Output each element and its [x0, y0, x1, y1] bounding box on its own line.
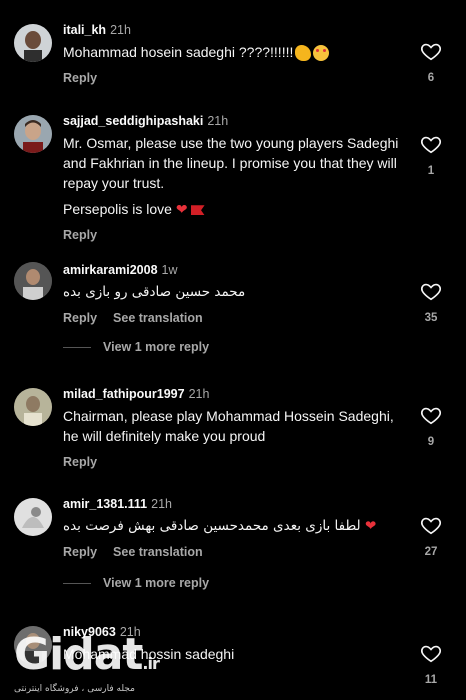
- like-control: 27: [418, 514, 444, 558]
- comment-text: محمد حسین صادقی رو بازی بده: [63, 284, 246, 300]
- comment-text: Mr. Osmar, please use the two young play…: [63, 135, 399, 191]
- comment-username[interactable]: itali_kh: [63, 23, 106, 37]
- comment-time: 21h: [207, 114, 229, 128]
- red-heart-icon: ❤: [364, 518, 377, 534]
- comment-username[interactable]: sajjad_seddighipashaki: [63, 114, 203, 128]
- red-flag-icon: [190, 205, 205, 216]
- like-control: 11: [418, 642, 444, 686]
- like-count: 35: [424, 312, 438, 324]
- watermark-logo-text: Gidat: [14, 629, 143, 680]
- reply-button[interactable]: Reply: [63, 71, 97, 85]
- comment-time: 1w: [161, 263, 178, 277]
- view-more-replies-label: View 1 more reply: [103, 340, 210, 354]
- like-count: 11: [424, 674, 438, 686]
- like-count: 27: [424, 546, 438, 558]
- comment-username[interactable]: milad_fathipour1997: [63, 387, 185, 401]
- view-more-replies-label: View 1 more reply: [103, 576, 210, 590]
- heart-outline-icon[interactable]: [420, 280, 442, 302]
- view-more-replies-button[interactable]: View 1 more reply: [63, 340, 209, 354]
- view-more-replies-button[interactable]: View 1 more reply: [63, 576, 209, 590]
- like-count: 9: [427, 436, 435, 448]
- divider: [63, 347, 91, 349]
- like-control: 35: [418, 280, 444, 324]
- watermark-tagline: مجله فارسی ، فروشگاه اینترنتی: [14, 684, 135, 694]
- comment-text: لطفا بازی بعدی محمدحسین صادقی بهش فرصت ب…: [63, 518, 361, 534]
- avatar[interactable]: [14, 388, 52, 426]
- see-translation-button[interactable]: See translation: [113, 545, 203, 559]
- flexed-biceps-icon: [295, 45, 312, 62]
- reply-button[interactable]: Reply: [63, 228, 97, 242]
- avatar[interactable]: [14, 115, 52, 153]
- comment-text: Mohammad hosein sadeghi ????!!!!!!: [63, 44, 294, 60]
- like-control: 9: [418, 404, 444, 448]
- heart-outline-icon[interactable]: [420, 514, 442, 536]
- comment-username[interactable]: amirkarami2008: [63, 263, 158, 277]
- comment-time: 21h: [151, 497, 172, 511]
- reply-button[interactable]: Reply: [63, 455, 97, 469]
- avatar[interactable]: [14, 498, 52, 536]
- heart-eyes-face-icon: [313, 45, 330, 62]
- comment-time: 21h: [188, 387, 210, 401]
- reply-button[interactable]: Reply: [63, 545, 97, 559]
- comment-text-line2: Persepolis is love: [63, 201, 172, 217]
- like-count: 6: [427, 72, 435, 84]
- comment-time: 21h: [110, 23, 131, 37]
- comment-text: Chairman, please play Mohammad Hossein S…: [63, 408, 394, 444]
- avatar[interactable]: [14, 262, 52, 300]
- divider: [63, 583, 91, 585]
- red-heart-icon: ❤: [175, 201, 188, 217]
- heart-outline-icon[interactable]: [420, 642, 442, 664]
- heart-outline-icon[interactable]: [420, 40, 442, 62]
- watermark-logo: Gidat.ir مجله فارسی ، فروشگاه اینترنتی: [14, 633, 160, 695]
- avatar[interactable]: [14, 24, 52, 62]
- heart-outline-icon[interactable]: [420, 133, 442, 155]
- like-control: 6: [418, 40, 444, 84]
- reply-button[interactable]: Reply: [63, 311, 97, 325]
- like-control: 1: [418, 133, 444, 177]
- watermark-logo-suffix: .ir: [142, 654, 159, 673]
- see-translation-button[interactable]: See translation: [113, 311, 203, 325]
- comment-username[interactable]: amir_1381.111: [63, 497, 147, 511]
- like-count: 1: [427, 165, 435, 177]
- heart-outline-icon[interactable]: [420, 404, 442, 426]
